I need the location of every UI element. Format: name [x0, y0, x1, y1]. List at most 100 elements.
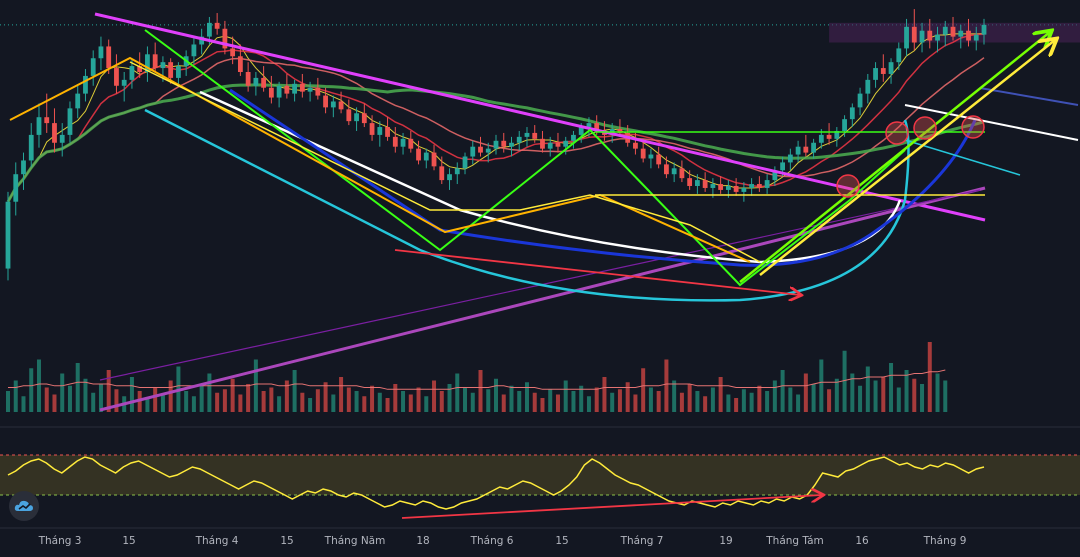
volume-bar [602, 377, 607, 412]
candle-body [261, 77, 267, 88]
volume-bar [315, 389, 320, 412]
candle-body [369, 123, 375, 135]
candle-body [330, 101, 336, 108]
candle-body [942, 26, 948, 35]
volume-bar [439, 391, 444, 412]
volume-bar [571, 391, 576, 412]
candle-body [121, 79, 127, 86]
candle-body [75, 93, 81, 109]
candle-body [950, 26, 956, 37]
volume-bar [672, 380, 677, 412]
candle-body [470, 146, 476, 157]
volume-bar [524, 382, 529, 412]
volume-bar [912, 378, 917, 412]
volume-bar [734, 398, 739, 412]
volume-bar [447, 384, 452, 412]
volume-bar [865, 366, 870, 412]
candle-body [857, 93, 863, 108]
volume-bar [834, 378, 839, 412]
candle-body [485, 148, 491, 153]
candle-body [911, 26, 917, 43]
candle-body [98, 46, 104, 59]
candle-body [733, 186, 739, 192]
candle-body [811, 142, 816, 153]
x-tick-label: 16 [855, 535, 869, 547]
volume-bar [555, 394, 560, 412]
volume-bar [494, 378, 498, 412]
candle-body [865, 79, 871, 94]
volume-bar [60, 373, 65, 412]
candle-body [346, 109, 352, 122]
candle-body [268, 87, 274, 98]
volume-bar [168, 380, 173, 412]
volume-bar [455, 373, 460, 412]
x-tick-label: 15 [280, 535, 293, 547]
volume-bar [393, 384, 398, 412]
volume-bar [385, 398, 390, 412]
volume-bar [904, 370, 909, 412]
volume-bar [827, 389, 832, 412]
volume-bar [362, 396, 367, 412]
volume-bar [796, 394, 801, 412]
candle-body [509, 142, 514, 147]
candle-body [206, 22, 212, 37]
candle-body [323, 95, 328, 108]
volume-bar [819, 359, 824, 412]
candle-body [679, 168, 685, 179]
volume-bar [230, 378, 235, 412]
candle-body [725, 186, 731, 190]
candle-body [749, 184, 755, 188]
candle-body [710, 184, 716, 188]
volume-bar [703, 396, 708, 412]
volume-bar [803, 373, 808, 412]
volume-bar [889, 363, 894, 412]
candle-body [927, 30, 933, 41]
volume-bar [641, 368, 646, 412]
candle-body [292, 83, 298, 94]
x-tick-label: 18 [416, 535, 429, 547]
volume-bar [788, 387, 793, 412]
volume-bar [548, 389, 553, 412]
volume-bar [246, 384, 251, 412]
x-tick-label: Tháng 7 [620, 535, 664, 547]
candle-body [540, 138, 545, 149]
candle-body [478, 146, 483, 153]
candle-body [656, 154, 662, 165]
x-tick-label: Tháng 4 [195, 535, 239, 547]
volume-bar [927, 342, 932, 412]
volume-bar [416, 387, 421, 412]
candle-body [756, 184, 762, 188]
candle-body [114, 68, 119, 86]
volume-bar [540, 398, 545, 412]
volume-bar [749, 392, 754, 412]
highlight-circle [836, 174, 860, 198]
volume-bar [408, 394, 413, 412]
candle-body [547, 142, 553, 149]
volume-bar [13, 380, 18, 412]
volume-bar [517, 391, 522, 412]
candle-body [532, 132, 538, 139]
volume-bar [277, 396, 282, 412]
volume-bar [207, 373, 212, 412]
tradingview-cloud-icon[interactable] [9, 491, 39, 521]
volume-bar [424, 396, 429, 412]
candle-body [671, 168, 677, 175]
candle-body [555, 142, 561, 147]
candle-body [176, 66, 181, 78]
volume-bar [710, 387, 715, 412]
volume-bar [501, 394, 506, 412]
candle-body [338, 101, 344, 110]
candle-body [245, 72, 251, 86]
volume-bar [920, 384, 925, 412]
highlight-circle [913, 116, 937, 140]
candle-body [935, 34, 940, 41]
volume-bar [757, 385, 762, 412]
volume-bar [52, 394, 57, 412]
volume-bar [98, 384, 103, 412]
candle-body [431, 152, 437, 167]
candle-body [880, 68, 886, 74]
candle-body [21, 160, 26, 175]
candle-body [59, 134, 65, 143]
candle-body [873, 68, 878, 80]
candle-body [361, 113, 367, 124]
